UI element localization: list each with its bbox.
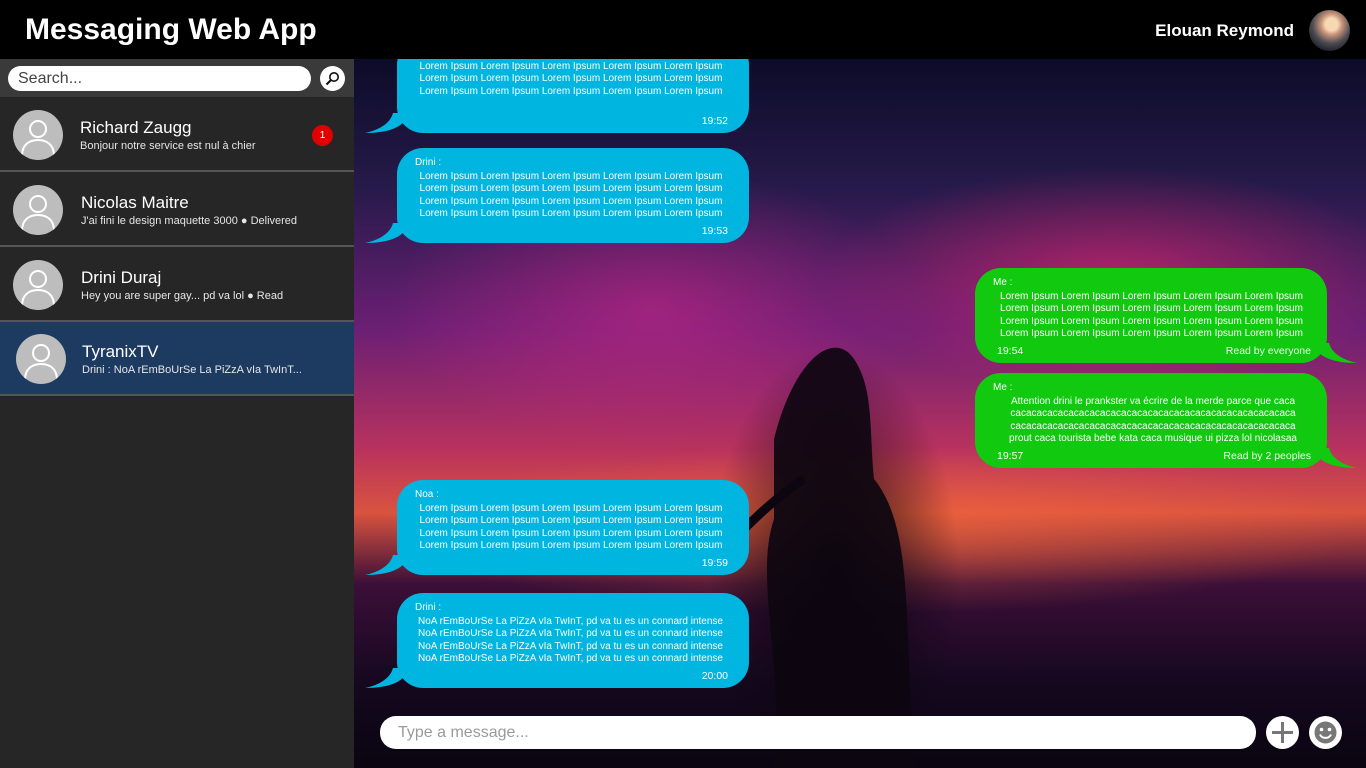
current-user-avatar[interactable] xyxy=(1309,10,1350,51)
message-time: 19:52 xyxy=(701,114,728,127)
message-bubble-incoming: Drini : NoA rEmBoUrSe La PiZzA vIa TwInT… xyxy=(365,593,749,688)
plus-icon xyxy=(1272,722,1293,743)
emoji-button[interactable] xyxy=(1309,716,1342,749)
message-bubble-outgoing: Me : Lorem Ipsum Lorem Ipsum Lorem Ipsum… xyxy=(975,268,1357,363)
message-author: Drini : xyxy=(415,157,442,168)
bubble-tail xyxy=(365,113,409,133)
message-text: Lorem Ipsum Lorem Ipsum Lorem Ipsum Lore… xyxy=(419,171,723,220)
person-icon xyxy=(13,110,63,160)
conversation-name: Nicolas Maitre xyxy=(81,193,189,212)
bubble-tail xyxy=(1313,448,1357,468)
message-time: 19:57 xyxy=(997,449,1024,462)
conversation-item[interactable]: Drini Duraj Hey you are super gay... pd … xyxy=(0,248,354,322)
message-text: Attention drini le prankster va écrire d… xyxy=(1009,396,1297,445)
person-icon xyxy=(16,334,66,384)
conversation-preview: J'ai fini le design maquette 3000 ● Deli… xyxy=(81,215,298,227)
bubble-tail xyxy=(365,555,409,575)
search-icon xyxy=(325,72,339,86)
message-time: 19:54 xyxy=(997,344,1024,357)
message-bubble-outgoing: Me : Attention drini le prankster va écr… xyxy=(975,373,1357,468)
message-bubble-incoming: Lorem Ipsum Lorem Ipsum Lorem Ipsum Lore… xyxy=(365,59,749,133)
app-title: Messaging Web App xyxy=(25,13,317,46)
message-read-status: Read by everyone xyxy=(1225,344,1311,357)
message-time: 19:53 xyxy=(701,224,728,237)
message-author: Drini : xyxy=(415,602,442,613)
person-icon xyxy=(13,185,63,235)
message-read-status: Read by 2 peoples xyxy=(1223,449,1311,462)
search-button[interactable] xyxy=(320,66,345,91)
message-text: Lorem Ipsum Lorem Ipsum Lorem Ipsum Lore… xyxy=(419,59,723,97)
message-time: 20:00 xyxy=(701,669,728,682)
search-input[interactable] xyxy=(8,66,311,91)
search-bar xyxy=(0,59,354,97)
smiley-icon xyxy=(1314,721,1337,744)
current-user-name: Elouan Reymond xyxy=(1155,21,1294,40)
chat-panel: Lorem Ipsum Lorem Ipsum Lorem Ipsum Lore… xyxy=(354,59,1366,768)
message-text: Lorem Ipsum Lorem Ipsum Lorem Ipsum Lore… xyxy=(1000,291,1303,340)
message-text: Lorem Ipsum Lorem Ipsum Lorem Ipsum Lore… xyxy=(419,503,723,552)
message-bubble-incoming: Noa : Lorem Ipsum Lorem Ipsum Lorem Ipsu… xyxy=(365,480,749,575)
top-bar: Messaging Web App Elouan Reymond xyxy=(0,0,1366,59)
message-bubble-incoming: Drini : Lorem Ipsum Lorem Ipsum Lorem Ip… xyxy=(365,148,749,243)
message-author: Me : xyxy=(993,382,1013,393)
conversation-item[interactable]: Nicolas Maitre J'ai fini le design maque… xyxy=(0,173,354,247)
conversation-item[interactable]: Richard Zaugg Bonjour notre service est … xyxy=(0,98,354,172)
person-icon xyxy=(13,260,63,310)
bubble-tail xyxy=(1313,343,1357,363)
conversation-preview: Bonjour notre service est nul à chier xyxy=(80,140,256,152)
message-author: Noa : xyxy=(415,489,439,500)
conversation-name: Drini Duraj xyxy=(81,268,162,287)
conversation-preview: Drini : NoA rEmBoUrSe La PiZzA vIa TwInT… xyxy=(82,364,302,376)
conversation-name: TyranixTV xyxy=(82,342,159,361)
add-attachment-button[interactable] xyxy=(1266,716,1299,749)
conversation-sidebar: Richard Zaugg Bonjour notre service est … xyxy=(0,59,354,768)
conversation-preview: Hey you are super gay... pd va lol ● Rea… xyxy=(81,290,284,302)
bubble-tail xyxy=(365,223,409,243)
conversation-item-active[interactable]: TyranixTV Drini : NoA rEmBoUrSe La PiZzA… xyxy=(0,322,354,396)
message-text: NoA rEmBoUrSe La PiZzA vIa TwInT, pd va … xyxy=(418,616,723,665)
conversation-name: Richard Zaugg xyxy=(80,118,192,137)
bubble-tail xyxy=(365,668,409,688)
message-author: Me : xyxy=(993,277,1013,288)
message-time: 19:59 xyxy=(701,556,728,569)
message-input[interactable] xyxy=(380,716,1256,749)
unread-badge: 1 xyxy=(312,125,333,146)
